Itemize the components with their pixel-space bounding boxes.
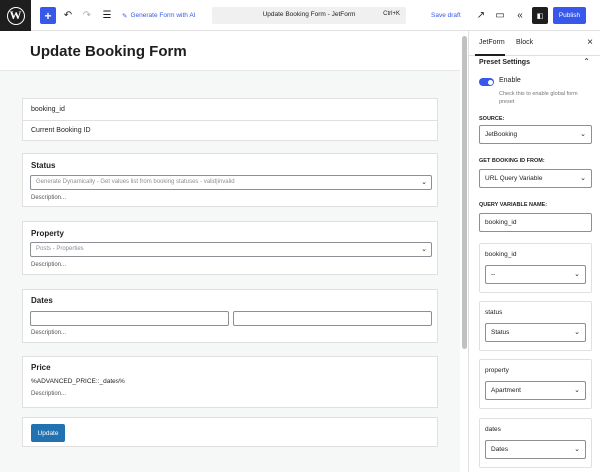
source-value: JetBooking [485,131,518,138]
status-select[interactable]: Generate Dynamically - Get values list f… [30,175,432,190]
settings-sidebar: JetForm Block × Preset Settings ⌃ Enable… [468,31,600,472]
chevron-down-icon: ⌄ [421,179,427,186]
mapping-field-label: property [485,367,509,374]
add-block-button[interactable]: + [40,7,56,24]
generate-form-ai-label: Generate Form with AI [130,12,196,19]
source-select[interactable]: JetBooking ⌄ [479,125,592,144]
mapping-card-booking-id: booking_id -- ⌄ [479,243,592,293]
mapping-select[interactable]: Dates ⌄ [485,440,586,459]
undo-icon[interactable]: ↶ [61,7,75,24]
get-booking-id-label: GET BOOKING ID FROM: [479,158,545,164]
query-variable-input[interactable]: booking_id [479,213,592,232]
dates-field-block[interactable]: Dates Description... [22,289,438,343]
status-select-value: Generate Dynamically - Get values list f… [36,179,235,185]
check-out-date-input[interactable] [233,311,432,326]
chevron-down-icon: ⌄ [421,246,427,253]
active-tab-indicator [475,54,505,56]
mapping-card-status: status Status ⌄ [479,301,592,351]
settings-sidebar-icon[interactable]: ◧ [532,7,548,24]
update-button[interactable]: Update [31,424,65,442]
status-label: Status [31,161,56,170]
command-palette-bar[interactable]: Update Booking Form - JetForm Ctrl+K [212,7,406,24]
dates-description: Description... [31,330,67,336]
wordpress-icon: W [6,6,25,25]
chevron-up-icon[interactable]: ⌃ [583,57,590,66]
booking-id-name: booking_id [31,106,65,113]
magic-wand-icon: ✎ [122,12,128,20]
chevron-down-icon: ⌄ [574,446,580,453]
mapping-value: -- [491,271,496,278]
submit-block[interactable]: Update [22,417,438,447]
query-variable-value: booking_id [485,219,517,226]
preset-settings-title[interactable]: Preset Settings [479,59,530,66]
editor-toolbar: W + ↶ ↷ ☰ ✎ Generate Form with AI Update… [0,0,600,31]
check-in-date-input[interactable] [30,311,229,326]
price-formula: %ADVANCED_PRICE::_dates% [31,378,125,385]
mapping-field-label: status [485,309,503,316]
price-label: Price [31,363,51,372]
generate-form-ai-button[interactable]: ✎ Generate Form with AI [122,7,195,24]
price-description: Description... [31,391,67,397]
booking-id-block[interactable]: booking_id Current Booking ID [22,98,438,141]
mapping-field-label: booking_id [485,251,517,258]
enable-help-text: Check this to enable global form preset [499,91,578,105]
preview-device-icon[interactable]: ▭ [493,7,507,24]
status-field-block[interactable]: Status Generate Dynamically - Get values… [22,153,438,207]
mapping-select[interactable]: Status ⌄ [485,323,586,342]
booking-id-value: Current Booking ID [31,127,91,134]
mapping-select[interactable]: -- ⌄ [485,265,586,284]
get-booking-id-select[interactable]: URL Query Variable ⌄ [479,169,592,188]
mapping-value: Status [491,329,510,336]
page-title[interactable]: Update Booking Form [30,43,187,60]
mapping-field-label: dates [485,426,501,433]
canvas-scrollbar[interactable] [460,31,468,472]
get-booking-id-value: URL Query Variable [485,175,543,182]
chevron-down-icon: ⌄ [580,175,586,182]
shortcut-hint: Ctrl+K [383,11,400,17]
tab-block[interactable]: Block [516,39,533,46]
property-select[interactable]: Posts - Properties ⌄ [30,242,432,257]
scrollbar-thumb[interactable] [462,36,467,349]
mapping-value: Apartment [491,387,521,394]
source-label: SOURCE: [479,116,505,122]
save-draft-button[interactable]: Save draft [431,7,461,24]
mapping-card-dates: dates Dates ⌄ [479,418,592,468]
dates-label: Dates [31,296,53,305]
enable-label: Enable [499,77,521,84]
close-icon[interactable]: × [587,37,593,48]
chevron-down-icon: ⌄ [580,131,586,138]
property-select-value: Posts - Properties [36,246,84,252]
redo-icon[interactable]: ↷ [80,7,94,24]
mapping-card-property: property Apartment ⌄ [479,359,592,409]
tab-jetform[interactable]: JetForm [479,39,505,46]
property-label: Property [31,229,64,238]
property-description: Description... [31,262,67,268]
document-title: Update Booking Form - JetForm [262,11,356,18]
mapping-value: Dates [491,446,508,453]
chevron-down-icon: ⌄ [574,271,580,278]
wordpress-logo-button[interactable]: W [0,0,31,31]
mapping-select[interactable]: Apartment ⌄ [485,381,586,400]
publish-button[interactable]: Publish [553,7,586,24]
query-variable-label: QUERY VARIABLE NAME: [479,202,548,208]
sidebar-tabs: JetForm Block × [469,31,600,56]
document-overview-icon[interactable]: ☰ [100,7,114,24]
view-external-icon[interactable]: ↗ [474,7,488,24]
chevron-down-icon: ⌄ [574,387,580,394]
chevrons-left-icon[interactable]: « [513,7,527,24]
title-area: Update Booking Form [0,31,460,71]
editor-canvas: Update Booking Form booking_id Current B… [0,31,468,472]
divider [23,120,437,121]
status-description: Description... [31,195,67,201]
price-field-block[interactable]: Price %ADVANCED_PRICE::_dates% Descripti… [22,356,438,408]
property-field-block[interactable]: Property Posts - Properties ⌄ Descriptio… [22,221,438,275]
chevron-down-icon: ⌄ [574,329,580,336]
enable-preset-toggle[interactable] [479,78,494,86]
